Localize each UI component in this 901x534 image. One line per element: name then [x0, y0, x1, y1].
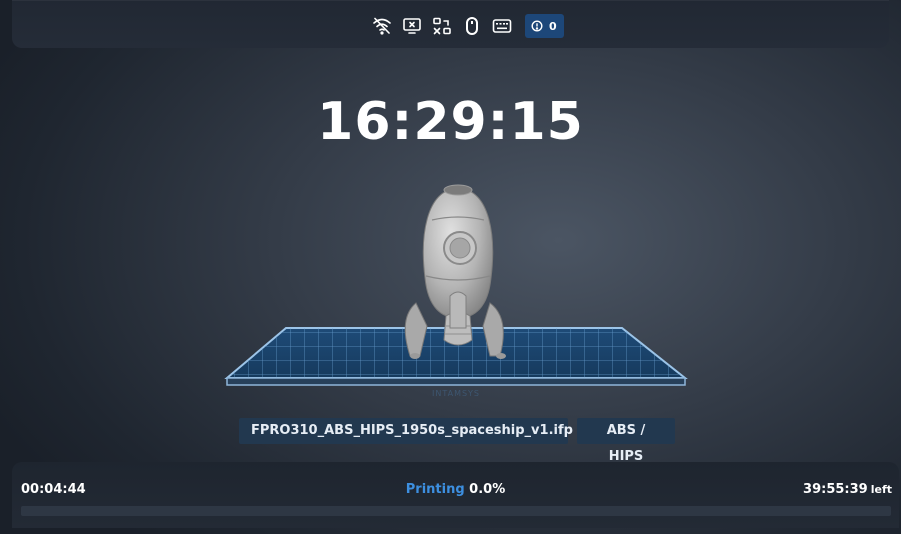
job-material: ABS / HIPS — [577, 418, 675, 464]
top-status-bar: 0 — [12, 0, 889, 48]
mouse-icon[interactable] — [461, 15, 483, 37]
error-count-badge[interactable]: 0 — [525, 14, 564, 38]
status-icons: 0 — [371, 14, 564, 38]
print-percent: 0.0% — [469, 482, 506, 497]
progress-bar — [21, 506, 891, 516]
alert-circle-icon — [531, 20, 543, 32]
error-count: 0 — [549, 19, 557, 33]
print-status: Printing 0.0% — [12, 482, 899, 497]
spaceship-model — [404, 184, 506, 359]
job-file-name: FPRO310_ABS_HIPS_1950s_spaceship_v1.ifp — [239, 418, 573, 444]
keyboard-icon[interactable] — [491, 15, 513, 37]
remaining-suffix: left — [870, 483, 892, 496]
platform-brand: INTAMSYS — [432, 389, 480, 398]
print-preview: INTAMSYS — [224, 184, 688, 398]
remaining-time-value: 39:55:39 — [803, 482, 868, 497]
print-state: Printing — [405, 482, 465, 497]
network-disconnected-icon[interactable] — [431, 15, 453, 37]
progress-panel: 00:04:44 Printing 0.0% 39:55:39 left — [12, 462, 899, 528]
remaining-time: 39:55:39 left — [803, 482, 892, 497]
clock-time: 16:29:15 — [317, 92, 584, 152]
screen-off-icon[interactable] — [401, 15, 423, 37]
wifi-off-icon[interactable] — [371, 15, 393, 37]
